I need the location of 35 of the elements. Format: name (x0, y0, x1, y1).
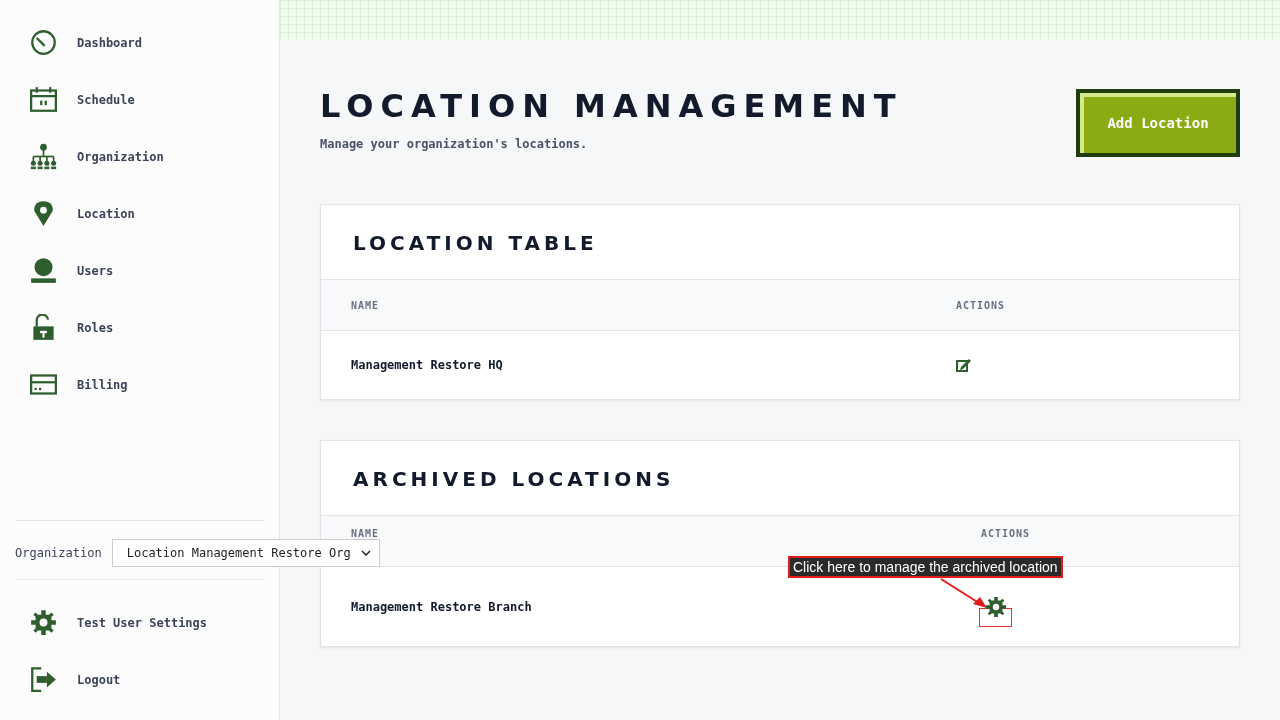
nav-item[interactable]: Billing (30, 356, 128, 413)
organization-select[interactable]: Location Management Restore Org (111, 539, 380, 567)
padlock-icon (30, 314, 57, 341)
card-title: ARCHIVED LOCATIONS (352, 466, 676, 493)
highlight-box (979, 607, 1012, 627)
column-header: NAME (351, 299, 380, 311)
nav-item[interactable]: Organization (30, 128, 164, 185)
nav-item[interactable]: Logout (30, 651, 121, 708)
organization-label: Organization (15, 546, 102, 560)
page-title: LOCATION MANAGEMENT (320, 89, 903, 123)
nav-item[interactable]: Dashboard (30, 14, 143, 71)
settings-icon (30, 609, 57, 636)
org-chart-icon (30, 143, 57, 170)
gauge-icon (30, 29, 57, 56)
column-header: ACTIONS (956, 299, 1006, 311)
annotation-tooltip: Click here to manage the archived location (788, 555, 1063, 578)
page-subtitle: Manage your organization's locations. (320, 137, 589, 151)
credit-card-icon (30, 371, 57, 398)
table-cell: Management Restore Branch (351, 599, 532, 614)
logout-icon (30, 666, 57, 693)
card-title: LOCATION TABLE (352, 230, 599, 257)
user-icon (30, 257, 57, 284)
edit-icon[interactable] (956, 357, 972, 373)
settings-icon[interactable] (985, 595, 1007, 618)
chevron-down-icon (360, 550, 371, 556)
nav-item[interactable]: Test User Settings (30, 594, 208, 651)
calendar-icon (30, 86, 57, 113)
nav-item[interactable]: Location (30, 185, 135, 242)
column-header: NAME (351, 528, 380, 539)
table-cell: Management Restore HQ (351, 358, 503, 372)
column-header: ACTIONS (981, 528, 1031, 539)
nav-item[interactable]: Roles (30, 299, 114, 356)
nav-item[interactable]: Schedule (30, 71, 135, 128)
annotation-arrow (939, 576, 989, 609)
nav-item[interactable]: Users (30, 242, 114, 299)
